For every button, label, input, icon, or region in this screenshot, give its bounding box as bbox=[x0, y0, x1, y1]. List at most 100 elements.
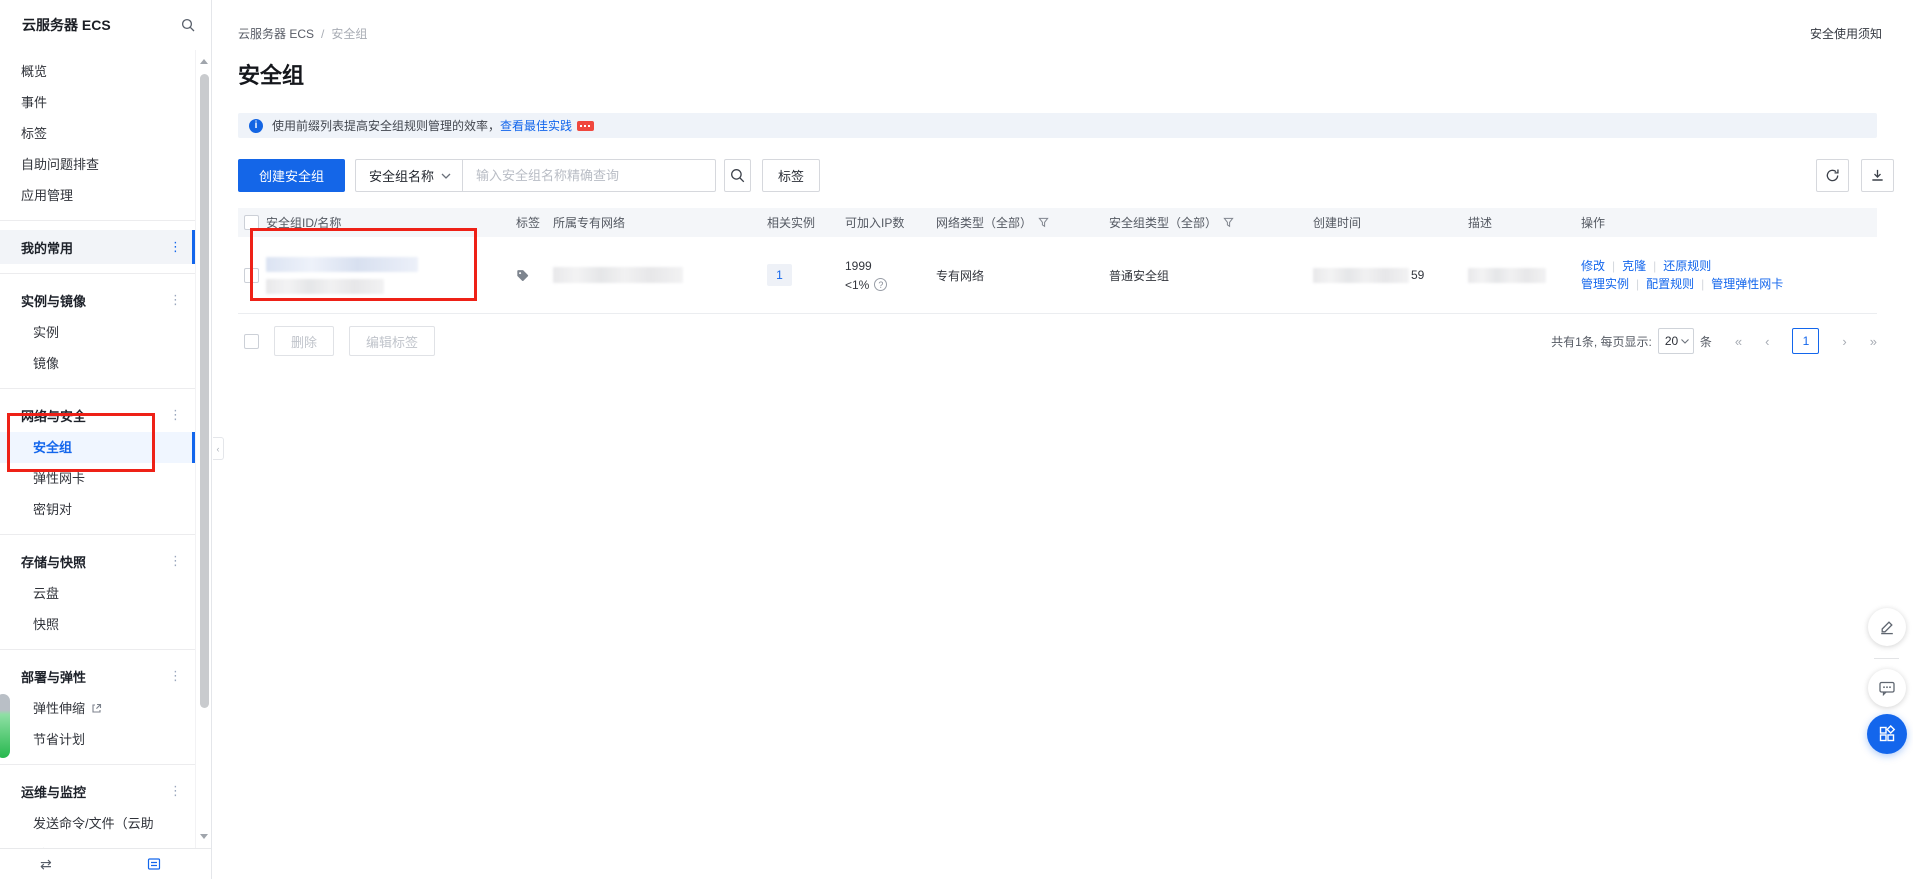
page-size-select[interactable]: 20 bbox=[1658, 328, 1694, 354]
magnifier-icon bbox=[730, 168, 745, 183]
breadcrumb-current: 安全组 bbox=[331, 27, 367, 41]
filter-funnel-icon[interactable] bbox=[1038, 217, 1049, 228]
sidebar-item-key-pairs[interactable]: 密钥对 bbox=[0, 494, 195, 525]
related-instances-count[interactable]: 1 bbox=[767, 264, 792, 286]
more-icon[interactable]: ⋮ bbox=[169, 553, 182, 569]
column-header-create-time: 创建时间 bbox=[1313, 214, 1468, 231]
safety-notice-link[interactable]: 安全使用须知 bbox=[1810, 25, 1882, 42]
filter-funnel-icon[interactable] bbox=[1223, 217, 1234, 228]
sidebar-item-security-groups[interactable]: 安全组 bbox=[0, 432, 195, 463]
action-modify[interactable]: 修改 bbox=[1581, 259, 1605, 273]
sidebar-item-send-command[interactable]: 发送命令/文件（云助 bbox=[0, 808, 195, 839]
cell-create-time: 59 bbox=[1313, 268, 1468, 283]
footer-select-all-checkbox[interactable] bbox=[244, 334, 259, 349]
sidebar-item-images[interactable]: 镜像 bbox=[0, 348, 195, 379]
breadcrumb-root[interactable]: 云服务器 ECS bbox=[238, 27, 314, 41]
best-practice-link[interactable]: 查看最佳实践 bbox=[500, 117, 572, 134]
sidebar-section-deploy-elasticity[interactable]: 部署与弹性 ⋮ bbox=[0, 659, 195, 693]
sidebar-item-instances[interactable]: 实例 bbox=[0, 317, 195, 348]
scroll-up-icon[interactable] bbox=[200, 59, 208, 64]
sidebar-item-enis[interactable]: 弹性网卡 bbox=[0, 463, 195, 494]
sidebar-scroll-area: 概览 事件 标签 自助问题排查 应用管理 我的常用 ⋮ 实例与镜像 ⋮ 实例 镜… bbox=[0, 50, 211, 848]
row-checkbox[interactable] bbox=[244, 268, 259, 283]
sidebar-section-storage-snapshots[interactable]: 存储与快照 ⋮ bbox=[0, 544, 195, 578]
tag-icon[interactable] bbox=[516, 269, 529, 282]
edge-indicator bbox=[0, 694, 10, 758]
more-icon[interactable]: ⋮ bbox=[169, 668, 182, 684]
sidebar-section-favorites[interactable]: 我的常用 ⋮ bbox=[0, 230, 195, 264]
first-page-icon[interactable]: « bbox=[1735, 334, 1742, 349]
delete-button[interactable]: 删除 bbox=[274, 326, 334, 356]
prev-page-icon[interactable]: ‹ bbox=[1765, 334, 1769, 349]
apps-grid-icon bbox=[1878, 725, 1896, 743]
redacted-sg-id[interactable] bbox=[266, 257, 418, 272]
cell-sg-type: 普通安全组 bbox=[1109, 267, 1313, 284]
swap-icon[interactable]: ⇄ bbox=[40, 857, 52, 871]
cell-joinable-ip: 1999 <1% ? bbox=[845, 259, 887, 292]
breadcrumb-separator: / bbox=[321, 27, 324, 41]
breadcrumb: 云服务器 ECS / 安全组 bbox=[238, 25, 367, 42]
action-clone[interactable]: 克隆 bbox=[1622, 259, 1646, 273]
sidebar-item-troubleshoot[interactable]: 自助问题排查 bbox=[0, 149, 195, 180]
sidebar-collapse-handle[interactable]: ‹ bbox=[213, 437, 224, 460]
search-input[interactable] bbox=[463, 160, 715, 191]
scroll-down-icon[interactable] bbox=[200, 834, 208, 839]
edit-tags-button[interactable]: 编辑标签 bbox=[349, 326, 435, 356]
cell-sg-id-name[interactable] bbox=[266, 257, 516, 294]
widgets-button[interactable] bbox=[1867, 714, 1907, 754]
action-restore-rules[interactable]: 还原规则 bbox=[1663, 259, 1711, 273]
sidebar-header: 云服务器 ECS bbox=[0, 0, 211, 50]
sidebar-item-send-command-wrap[interactable]: 手） bbox=[0, 839, 195, 848]
sidebar-item-snapshots[interactable]: 快照 bbox=[0, 609, 195, 640]
scrollbar-thumb[interactable] bbox=[200, 74, 209, 708]
sidebar-section-network-security[interactable]: 网络与安全 ⋮ bbox=[0, 398, 195, 432]
select-all-checkbox[interactable] bbox=[244, 215, 259, 230]
tag-filter-button[interactable]: 标签 bbox=[762, 159, 820, 192]
refresh-button[interactable] bbox=[1816, 159, 1849, 192]
doc-list-icon[interactable] bbox=[147, 857, 161, 871]
sidebar-scrollbar[interactable] bbox=[195, 50, 211, 848]
chat-support-button[interactable] bbox=[1868, 669, 1906, 707]
column-header-network-type: 网络类型（全部） bbox=[936, 214, 1109, 231]
sidebar-item-app-management[interactable]: 应用管理 bbox=[0, 180, 195, 211]
download-icon bbox=[1870, 168, 1885, 183]
cell-vpc[interactable] bbox=[553, 267, 767, 283]
more-icon[interactable]: ⋮ bbox=[169, 292, 182, 308]
product-title: 云服务器 ECS bbox=[22, 15, 111, 35]
table-header: 安全组ID/名称 标签 所属专有网络 相关实例 可加入IP数 网络类型（全部） … bbox=[238, 208, 1877, 237]
more-icon[interactable]: ⋮ bbox=[169, 407, 182, 423]
action-manage-instances[interactable]: 管理实例 bbox=[1581, 277, 1629, 291]
sidebar-item-auto-scaling[interactable]: 弹性伸缩 bbox=[0, 693, 195, 724]
toolbar: 创建安全组 安全组名称 标签 bbox=[238, 159, 1894, 192]
redacted-sg-name bbox=[266, 279, 384, 294]
sidebar-item-disks[interactable]: 云盘 bbox=[0, 578, 195, 609]
pencil-icon bbox=[1878, 618, 1896, 636]
sidebar-item-tags[interactable]: 标签 bbox=[0, 118, 195, 149]
create-security-group-button[interactable]: 创建安全组 bbox=[238, 159, 345, 192]
last-page-icon[interactable]: » bbox=[1870, 334, 1877, 349]
sidebar-item-overview[interactable]: 概览 bbox=[0, 56, 195, 87]
action-configure-rules[interactable]: 配置规则 bbox=[1646, 277, 1694, 291]
search-combo: 安全组名称 bbox=[355, 159, 716, 192]
download-button[interactable] bbox=[1861, 159, 1894, 192]
sidebar-nav: 概览 事件 标签 自助问题排查 应用管理 我的常用 ⋮ 实例与镜像 ⋮ 实例 镜… bbox=[0, 50, 195, 848]
sidebar-item-savings-plans[interactable]: 节省计划 bbox=[0, 724, 195, 755]
column-header-sg-type: 安全组类型（全部） bbox=[1109, 214, 1313, 231]
help-icon[interactable]: ? bbox=[874, 278, 887, 291]
search-field-dropdown[interactable]: 安全组名称 bbox=[356, 160, 463, 191]
redacted-description bbox=[1468, 268, 1546, 283]
action-manage-enis[interactable]: 管理弹性网卡 bbox=[1711, 277, 1783, 291]
more-icon[interactable]: ⋮ bbox=[169, 783, 182, 799]
next-page-icon[interactable]: › bbox=[1842, 334, 1846, 349]
page-size-unit: 条 bbox=[1700, 333, 1712, 350]
sidebar-item-events[interactable]: 事件 bbox=[0, 87, 195, 118]
more-icon[interactable]: ⋮ bbox=[169, 239, 182, 255]
current-page-number[interactable]: 1 bbox=[1792, 328, 1819, 354]
redacted-vpc-id[interactable] bbox=[553, 267, 683, 283]
search-icon[interactable] bbox=[181, 18, 195, 32]
search-button[interactable] bbox=[724, 159, 751, 192]
feedback-button[interactable] bbox=[1868, 608, 1906, 646]
sidebar-section-instances-images[interactable]: 实例与镜像 ⋮ bbox=[0, 283, 195, 317]
sidebar-section-ops-monitoring[interactable]: 运维与监控 ⋮ bbox=[0, 774, 195, 808]
divider bbox=[0, 388, 195, 389]
